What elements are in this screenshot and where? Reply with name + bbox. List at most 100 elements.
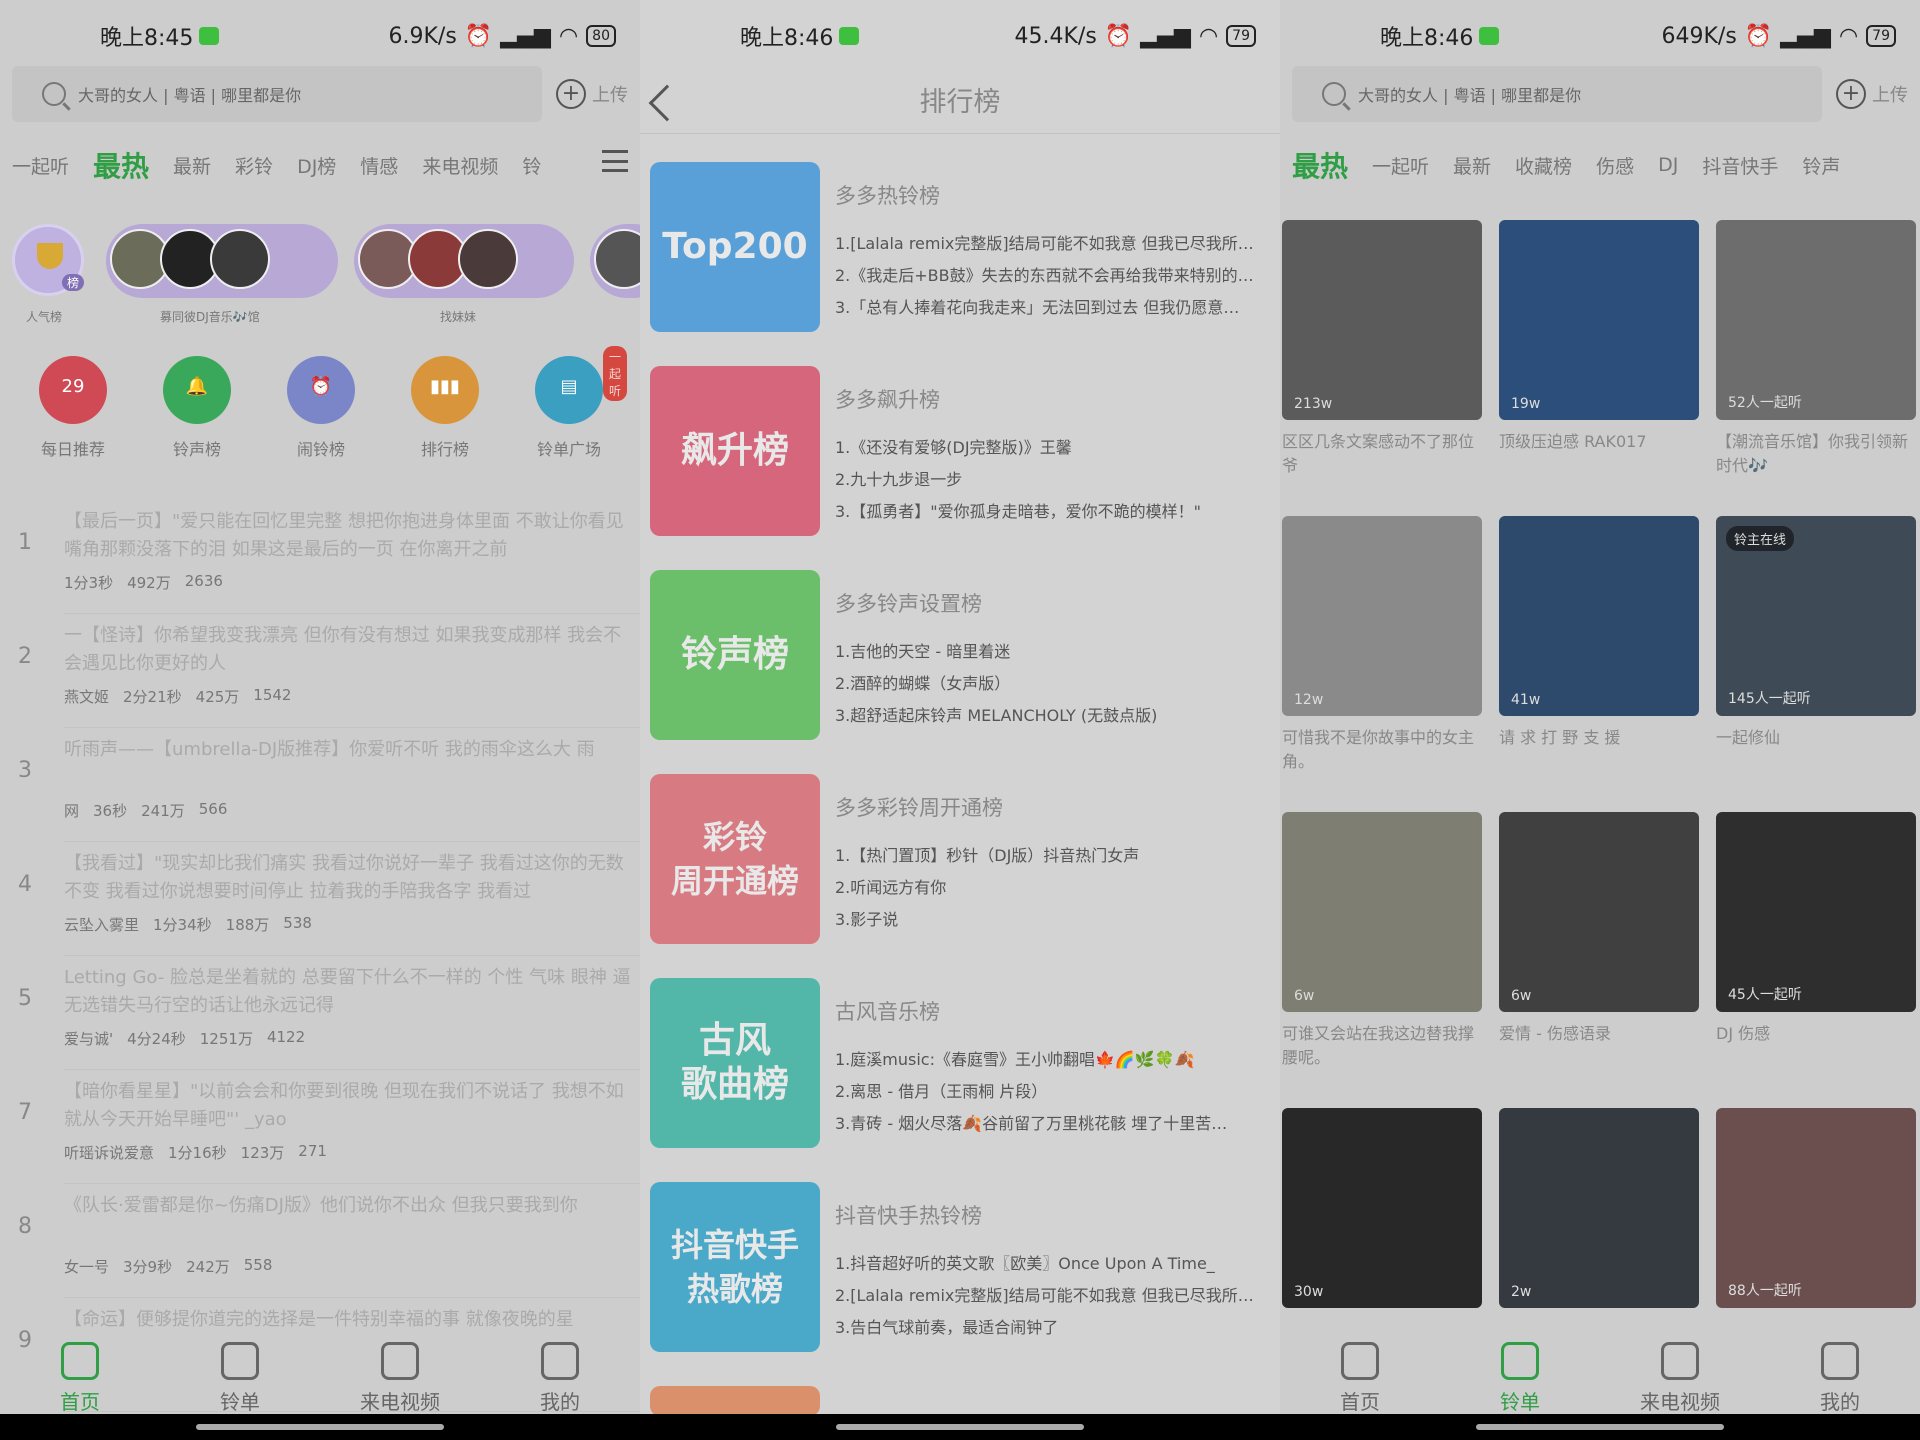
- nav-icon: [1661, 1342, 1699, 1380]
- quick-entry-icon: ▮▮▮: [411, 356, 479, 424]
- song-row[interactable]: 2 一【怪诗】你希望我变我漂亮 但你有没有想过 如果我变成那样 我会不会遇见比你更…: [0, 614, 640, 728]
- song-row[interactable]: 8 《队长·爱雷都是你~伤痛DJ版》他们说你不出众 但我只要我到你 女一号 3分9秒 2…: [0, 1184, 640, 1298]
- menu-icon[interactable]: [602, 150, 628, 172]
- page-title: 排行榜: [919, 87, 1001, 118]
- room-pill[interactable]: [106, 224, 338, 298]
- song-row[interactable]: 3 听雨声——【umbrella-DJ版推荐】你爱听不听 我的雨伞这么大 雨网 36…: [0, 728, 640, 842]
- ranking-title: 多多彩铃周开通榜: [835, 796, 1003, 820]
- signal-icon: ▂▄▆: [1780, 23, 1831, 49]
- song-row[interactable]: 5 Letting Go- 脸总是坐着就的 总要留下什么不一样的 个性 气味 眼神…: [0, 956, 640, 1070]
- search-input[interactable]: 大哥的女人 | 粤语 | 哪里都是你: [1292, 66, 1822, 122]
- playlist-cover: 213w: [1282, 220, 1482, 420]
- ranking-entry: 2.《我走后+BB鼓》失去的东西就不会再给我带来特别的…: [835, 266, 1254, 285]
- song-likes: 123万: [240, 1144, 285, 1162]
- play-count: 145人一起听: [1728, 691, 1811, 707]
- ranking-entry: 3.告白气球前奏，最适合闹钟了: [835, 1318, 1059, 1337]
- playlist-card[interactable]: 213w 区区几条文案感动不了那位爷: [1282, 220, 1482, 478]
- category-tabs: 最热 一起听 最新 收藏榜 伤感 DJ 抖音快手 铃声: [1280, 140, 1920, 190]
- tab-item[interactable]: DJ榜: [285, 152, 348, 179]
- playlist-card[interactable]: 6w 可谁又会站在我这边替我撑腰呢。: [1282, 812, 1482, 1070]
- search-input[interactable]: 大哥的女人 | 粤语 | 哪里都是你: [12, 66, 542, 122]
- tab-item[interactable]: 来电视频: [410, 152, 510, 179]
- signal-icon: ▂▄▆: [1140, 23, 1191, 49]
- playlist-card[interactable]: 19w 顶级压迫感 RAK017: [1499, 220, 1699, 478]
- tab-item[interactable]: DJ: [1646, 154, 1690, 176]
- quick-entry[interactable]: ▤ 一起听 铃单广场: [514, 346, 628, 460]
- playlist-card[interactable]: 铃主在线 145人一起听 一起修仙: [1716, 516, 1916, 774]
- ranking-item[interactable]: Top200 多多热铃榜 1.[Lalala remix完整版]结局可能不如我意 但…: [650, 162, 1275, 334]
- playlist-caption: 可惜我不是你故事中的女主角。: [1282, 728, 1475, 771]
- playlist-caption: 请 求 打 野 支 援: [1499, 728, 1621, 747]
- wifi-icon: ◠: [558, 23, 579, 49]
- upload-label: 上传: [592, 85, 628, 106]
- playlist-cover: 2w: [1499, 1108, 1699, 1308]
- playlist-screen: 晚上8:46 649K/s ⏰ ▂▄▆ ◠ 79 大哥的女人 | 粤语 | 哪里都是你 …: [1280, 0, 1920, 1440]
- play-count: 12w: [1294, 692, 1324, 708]
- quick-entry-label: 铃声榜: [172, 440, 221, 459]
- room-pill[interactable]: [590, 224, 640, 298]
- tab-item[interactable]: 一起听: [1360, 152, 1441, 179]
- song-title: 一【怪诗】你希望我变我漂亮 但你有没有想过 如果我变成那样 我会不会遇见比你更好…: [64, 625, 622, 674]
- ranking-item[interactable]: 古风 歌曲榜 古风音乐榜 1.庭溪music:《春庭雪》王小帅翻唱🍁🌈🌿🍀🍂 2.离思…: [650, 978, 1275, 1150]
- category-tabs: 一起听 最热 最新 彩铃 DJ榜 情感 来电视频 铃: [0, 140, 640, 190]
- playlist-card[interactable]: 52人一起听 【潮流音乐馆】你我引领新时代🎶: [1716, 220, 1916, 478]
- ranking-entry: 3.「总有人捧着花向我走来」无法回到过去 但我仍愿意…: [835, 298, 1240, 317]
- tab-item[interactable]: 情感: [348, 152, 410, 179]
- tab-item[interactable]: 一起听: [0, 152, 81, 179]
- ranking-item[interactable]: 飙升榜 多多飙升榜 1.《还没有爱够(DJ完整版)》王馨 2.九十九步退一步 3.【孤勇…: [650, 366, 1275, 538]
- search-icon: [42, 82, 66, 106]
- upload-button[interactable]: + 上传: [1836, 79, 1908, 109]
- playlist-cover: 45人一起听: [1716, 812, 1916, 1012]
- playlist-card[interactable]: 45人一起听 DJ 伤感: [1716, 812, 1916, 1070]
- quick-entry[interactable]: 🔔 铃声榜: [142, 356, 252, 460]
- song-row[interactable]: 1 【最后一页】"爱只能在回忆里完整 想把你抱进身体里面 不敢让你看见 嘴角那颗没…: [0, 500, 640, 614]
- song-row[interactable]: 4 【我看过】"现实却比我们痛实 我看过你说好一辈子 我看过这你的无数不变 我看过…: [0, 842, 640, 956]
- ranking-item[interactable]: 抖音快手 热歌榜 抖音快手热铃榜 1.抖音超好听的英文歌〖欧美〗Once Upon …: [650, 1182, 1275, 1354]
- tab-item[interactable]: 抖音快手: [1690, 152, 1790, 179]
- wechat-icon: [1479, 27, 1500, 45]
- song-comments: 1542: [253, 686, 292, 704]
- tab-item[interactable]: 彩铃: [223, 152, 285, 179]
- ranking-item-partial[interactable]: [650, 1386, 1275, 1416]
- room-pill[interactable]: [354, 224, 574, 298]
- ranking-item[interactable]: 铃声榜 多多铃声设置榜 1.吉他的天空 - 暗里着迷 2.酒醉的蝴蝶（女声版） 3.超舒…: [650, 570, 1275, 742]
- tab-item-active[interactable]: 最热: [1280, 145, 1360, 185]
- tab-item[interactable]: 铃: [510, 152, 553, 179]
- upload-button[interactable]: + 上传: [556, 79, 628, 109]
- status-time: 晚上8:45: [100, 26, 194, 51]
- tab-item-active[interactable]: 最热: [81, 145, 161, 185]
- ranking-entry: 3.影子说: [835, 910, 899, 929]
- song-duration: 1分16秒: [168, 1144, 227, 1162]
- playlist-card[interactable]: 41w 请 求 打 野 支 援: [1499, 516, 1699, 774]
- ranking-cover: Top200: [650, 162, 820, 332]
- song-meta: 听瑶诉说爱意 1分16秒 123万 271: [64, 1142, 327, 1163]
- playlist-card[interactable]: 12w 可惜我不是你故事中的女主角。: [1282, 516, 1482, 774]
- ranking-title: 多多铃声设置榜: [835, 592, 982, 616]
- quick-entry-icon: ▤ 一起听: [535, 346, 628, 424]
- tab-item[interactable]: 收藏榜: [1503, 152, 1584, 179]
- tab-item[interactable]: 铃声: [1790, 152, 1852, 179]
- plus-icon: +: [1836, 79, 1866, 109]
- tab-item[interactable]: 最新: [161, 152, 223, 179]
- quick-entry[interactable]: 29 每日推荐: [18, 356, 128, 460]
- song-row[interactable]: 7 【暗你看星星】"以前会会和你要到很晚 但现在我们不说话了 我想不如就从今天开始…: [0, 1070, 640, 1184]
- back-arrow-icon[interactable]: [648, 84, 686, 122]
- nav-icon: [381, 1342, 419, 1380]
- page-header: 排行榜: [640, 72, 1280, 134]
- tab-item[interactable]: 伤感: [1584, 152, 1646, 179]
- quick-entries: 29 每日推荐 🔔 铃声榜 ⏰ 闹铃榜 ▮▮▮ 排行榜 ▤ 一起听 铃单广场: [0, 346, 640, 466]
- quick-entry-icon: 29: [39, 356, 107, 424]
- playlist-card[interactable]: 6w 爱情 - 伤感语录: [1499, 812, 1699, 1070]
- net-speed: 6.9K/s: [388, 23, 457, 49]
- tab-item[interactable]: 最新: [1441, 152, 1503, 179]
- song-author: 女一号: [64, 1258, 110, 1276]
- pill-caption: 人气榜: [26, 310, 63, 324]
- quick-entry[interactable]: ▮▮▮ 排行榜: [390, 356, 500, 460]
- status-bar: 晚上8:45 6.9K/s ⏰ ▂▄▆ ◠ 80: [0, 0, 640, 72]
- quick-entry-icon: ⏰: [287, 356, 355, 424]
- quick-entry[interactable]: ⏰ 闹铃榜: [266, 356, 376, 460]
- ranking-item[interactable]: 彩铃 周开通榜 多多彩铃周开通榜 1.【热门置顶】秒针（DJ版）抖音热门女声 2.听闻…: [650, 774, 1275, 946]
- play-count: 88人一起听: [1728, 1283, 1802, 1299]
- nav-label: 来电视频: [360, 1390, 440, 1414]
- song-rank: 2: [18, 644, 32, 669]
